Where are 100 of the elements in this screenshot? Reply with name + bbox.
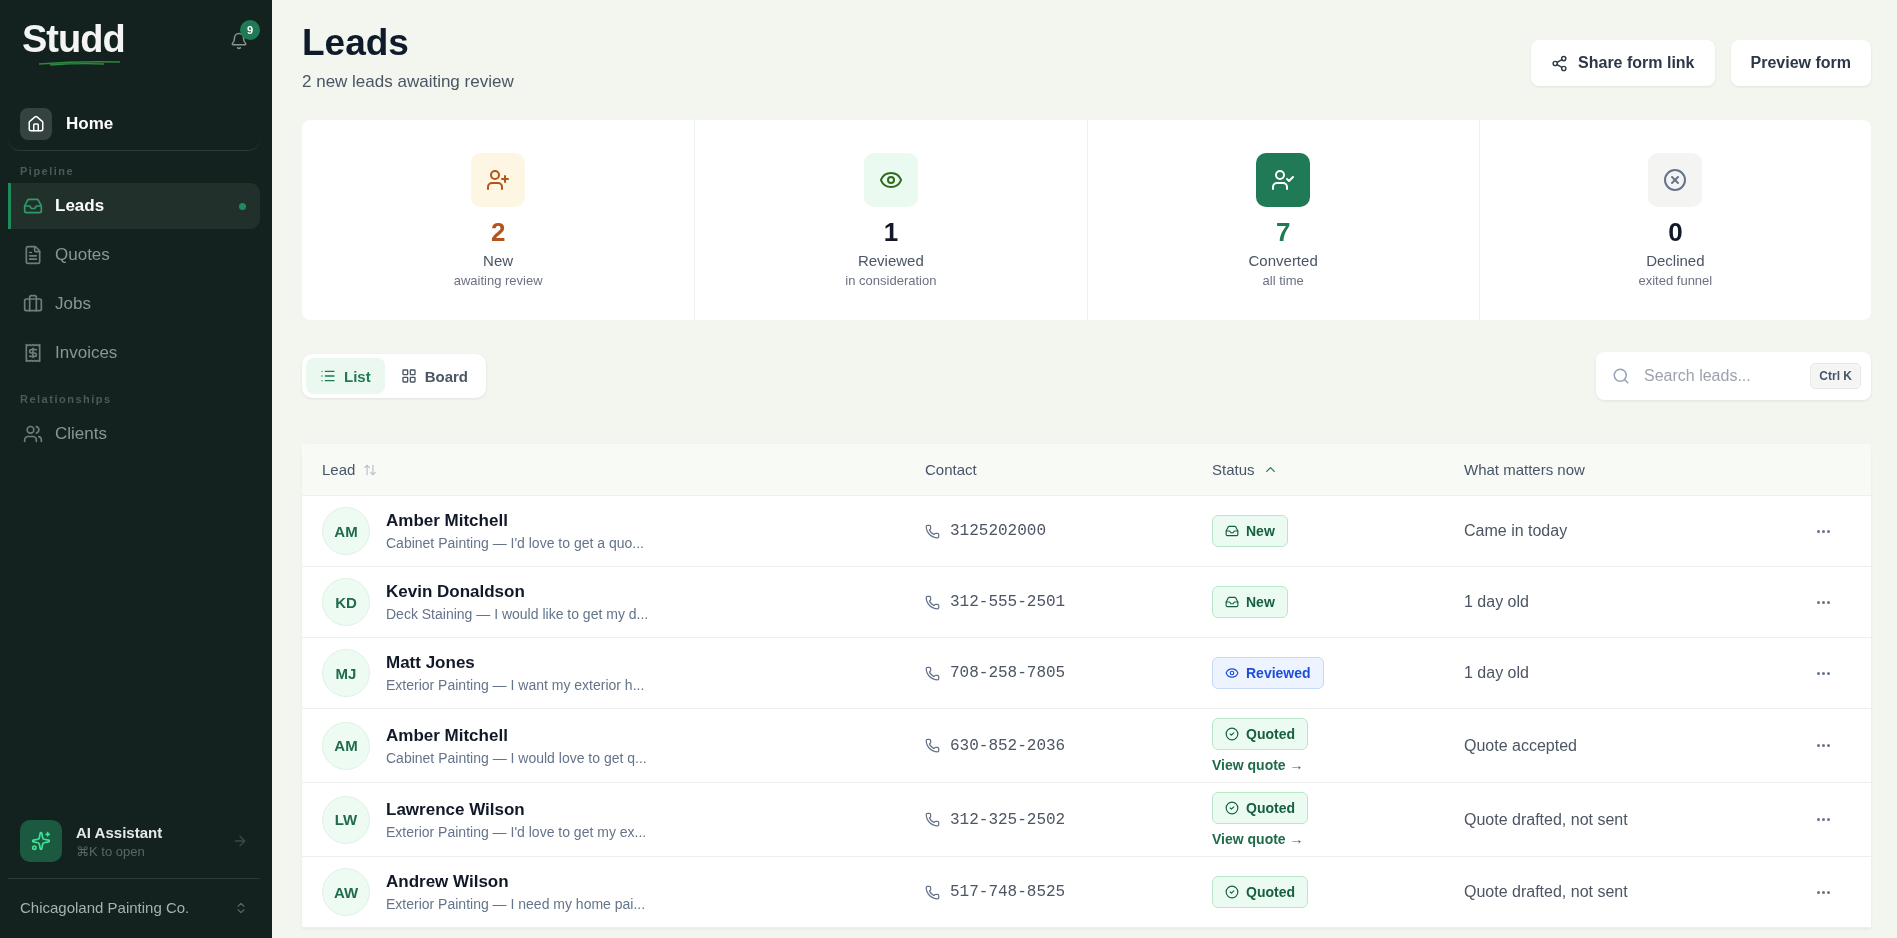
phone-number: 517-748-8525: [950, 883, 1066, 901]
stat-value: 0: [1668, 216, 1683, 248]
status-note: 1 day old: [1464, 664, 1530, 682]
stat-label: Declined: [1646, 251, 1705, 269]
stat-caption: in consideration: [845, 272, 937, 288]
lead-snippet: Cabinet Painting — I'd love to get a quo...: [386, 535, 644, 551]
keyboard-shortcut: Ctrl K: [1810, 363, 1861, 389]
stat-label: Reviewed: [857, 251, 924, 269]
view-tab[interactable]: List: [306, 358, 385, 394]
phone-icon: [925, 665, 940, 681]
page-subtitle: 2 new leads awaiting review: [302, 72, 514, 92]
home-nav-item[interactable]: Home: [8, 98, 260, 151]
ellipsis-icon: [1816, 890, 1830, 894]
notification-count: 9: [240, 20, 260, 40]
ai-assistant-button[interactable]: AI Assistant ⌘K to open: [8, 808, 260, 879]
nav-item[interactable]: Jobs: [8, 281, 260, 327]
status-badge: New: [1212, 586, 1288, 618]
column-header[interactable]: Lead: [322, 461, 356, 478]
avatar-initials: AM: [322, 721, 370, 770]
nav-icon: [23, 294, 43, 314]
status-badge: Quoted: [1212, 792, 1308, 824]
lead-name[interactable]: Kevin Donaldson: [386, 582, 649, 602]
home-icon: [20, 108, 52, 140]
column-header[interactable]: What matters now: [1464, 461, 1585, 478]
phone-icon: [925, 738, 940, 753]
share-icon: [1551, 54, 1569, 72]
stat-caption: awaiting review: [453, 272, 543, 288]
stat-caption: all time: [1262, 272, 1304, 288]
ellipsis-icon: [1816, 671, 1830, 675]
nav-item[interactable]: Clients: [8, 411, 260, 457]
bell-icon[interactable]: [230, 32, 248, 50]
lead-name[interactable]: Matt Jones: [386, 653, 645, 673]
section-label: Pipeline: [19, 164, 76, 179]
status-badge: Quoted: [1212, 876, 1308, 908]
phone-number: 3125202000: [950, 522, 1046, 540]
phone-icon: [925, 523, 940, 539]
lead-snippet: Exterior Painting — I'd love to get my ex...: [386, 823, 647, 840]
column-header[interactable]: Status: [1212, 461, 1255, 478]
stat-label: Converted: [1248, 251, 1318, 269]
logo-underline-icon: [38, 60, 122, 66]
nav-item[interactable]: Leads: [8, 183, 260, 229]
phone-icon: [925, 594, 940, 610]
status-note: Quote accepted: [1464, 736, 1578, 755]
stat-value: 7: [1275, 216, 1291, 248]
nav-item[interactable]: Quotes: [8, 232, 260, 278]
avatar-initials: AW: [322, 868, 370, 916]
nav-item[interactable]: Invoices: [8, 330, 260, 376]
phone-icon: [925, 884, 940, 900]
nav-icon: [23, 245, 43, 265]
stat-caption: exited funnel: [1638, 272, 1713, 288]
ellipsis-icon: [1816, 600, 1830, 604]
ellipsis-icon: [1816, 744, 1830, 747]
list-icon: [320, 368, 336, 384]
search-icon: [1612, 367, 1630, 385]
lead-snippet: Deck Staining — I would like to get my d...: [386, 606, 649, 622]
view-quote-link[interactable]: View quote →: [1212, 757, 1304, 773]
preview-form-button[interactable]: Preview form: [1730, 40, 1871, 86]
status-note: Quote drafted, not sent: [1464, 883, 1629, 901]
view-tab[interactable]: Board: [386, 358, 482, 394]
stat-value: 1: [883, 216, 899, 248]
section-label: Relationships: [19, 392, 113, 407]
lead-name[interactable]: Amber Mitchell: [386, 725, 647, 746]
status-badge: Reviewed: [1212, 657, 1324, 689]
status-note: Came in today: [1464, 522, 1569, 540]
status-badge: New: [1212, 515, 1288, 547]
workspace-switcher[interactable]: Chicagoland Painting Co.: [8, 879, 260, 938]
status-note: Quote drafted, not sent: [1464, 810, 1629, 829]
avatar-initials: MJ: [322, 649, 370, 697]
assistant-title: AI Assistant: [76, 823, 164, 841]
grid-icon: [400, 368, 417, 384]
avatar-initials: LW: [322, 795, 370, 844]
phone-icon: [925, 812, 940, 827]
lead-snippet: Cabinet Painting — I would love to get q...: [386, 749, 647, 766]
avatar-initials: KD: [322, 578, 370, 626]
lead-snippet: Exterior Painting — I want my exterior h...: [386, 677, 645, 693]
ellipsis-icon: [1816, 529, 1830, 533]
column-header[interactable]: Contact: [925, 461, 977, 478]
avatar-initials: AM: [322, 507, 370, 555]
lead-snippet: Exterior Painting — I need my home pai...: [386, 896, 646, 912]
lead-name[interactable]: Amber Mitchell: [386, 511, 644, 531]
phone-number: 708-258-7805: [950, 664, 1066, 682]
status-note: 1 day old: [1464, 593, 1530, 611]
assistant-hint: ⌘K to open: [76, 843, 146, 859]
page-title: Leads: [302, 22, 410, 64]
stat-value: 2: [490, 216, 506, 248]
phone-number: 630-852-2036: [950, 736, 1066, 755]
arrow-right-icon: [232, 833, 248, 849]
ellipsis-icon: [1816, 818, 1830, 821]
view-quote-link[interactable]: View quote →: [1212, 831, 1304, 847]
logo: Studd: [22, 20, 125, 58]
phone-number: 312-325-2502: [950, 810, 1066, 829]
nav-icon: [23, 196, 43, 216]
sparkle-icon: [20, 820, 62, 862]
phone-number: 312-555-2501: [950, 593, 1066, 611]
stat-label: New: [483, 251, 514, 269]
status-badge: Quoted: [1212, 718, 1308, 750]
nav-icon: [23, 343, 43, 363]
lead-name[interactable]: Andrew Wilson: [386, 872, 646, 892]
lead-name[interactable]: Lawrence Wilson: [386, 799, 647, 820]
share-form-button[interactable]: Share form link: [1531, 40, 1715, 86]
